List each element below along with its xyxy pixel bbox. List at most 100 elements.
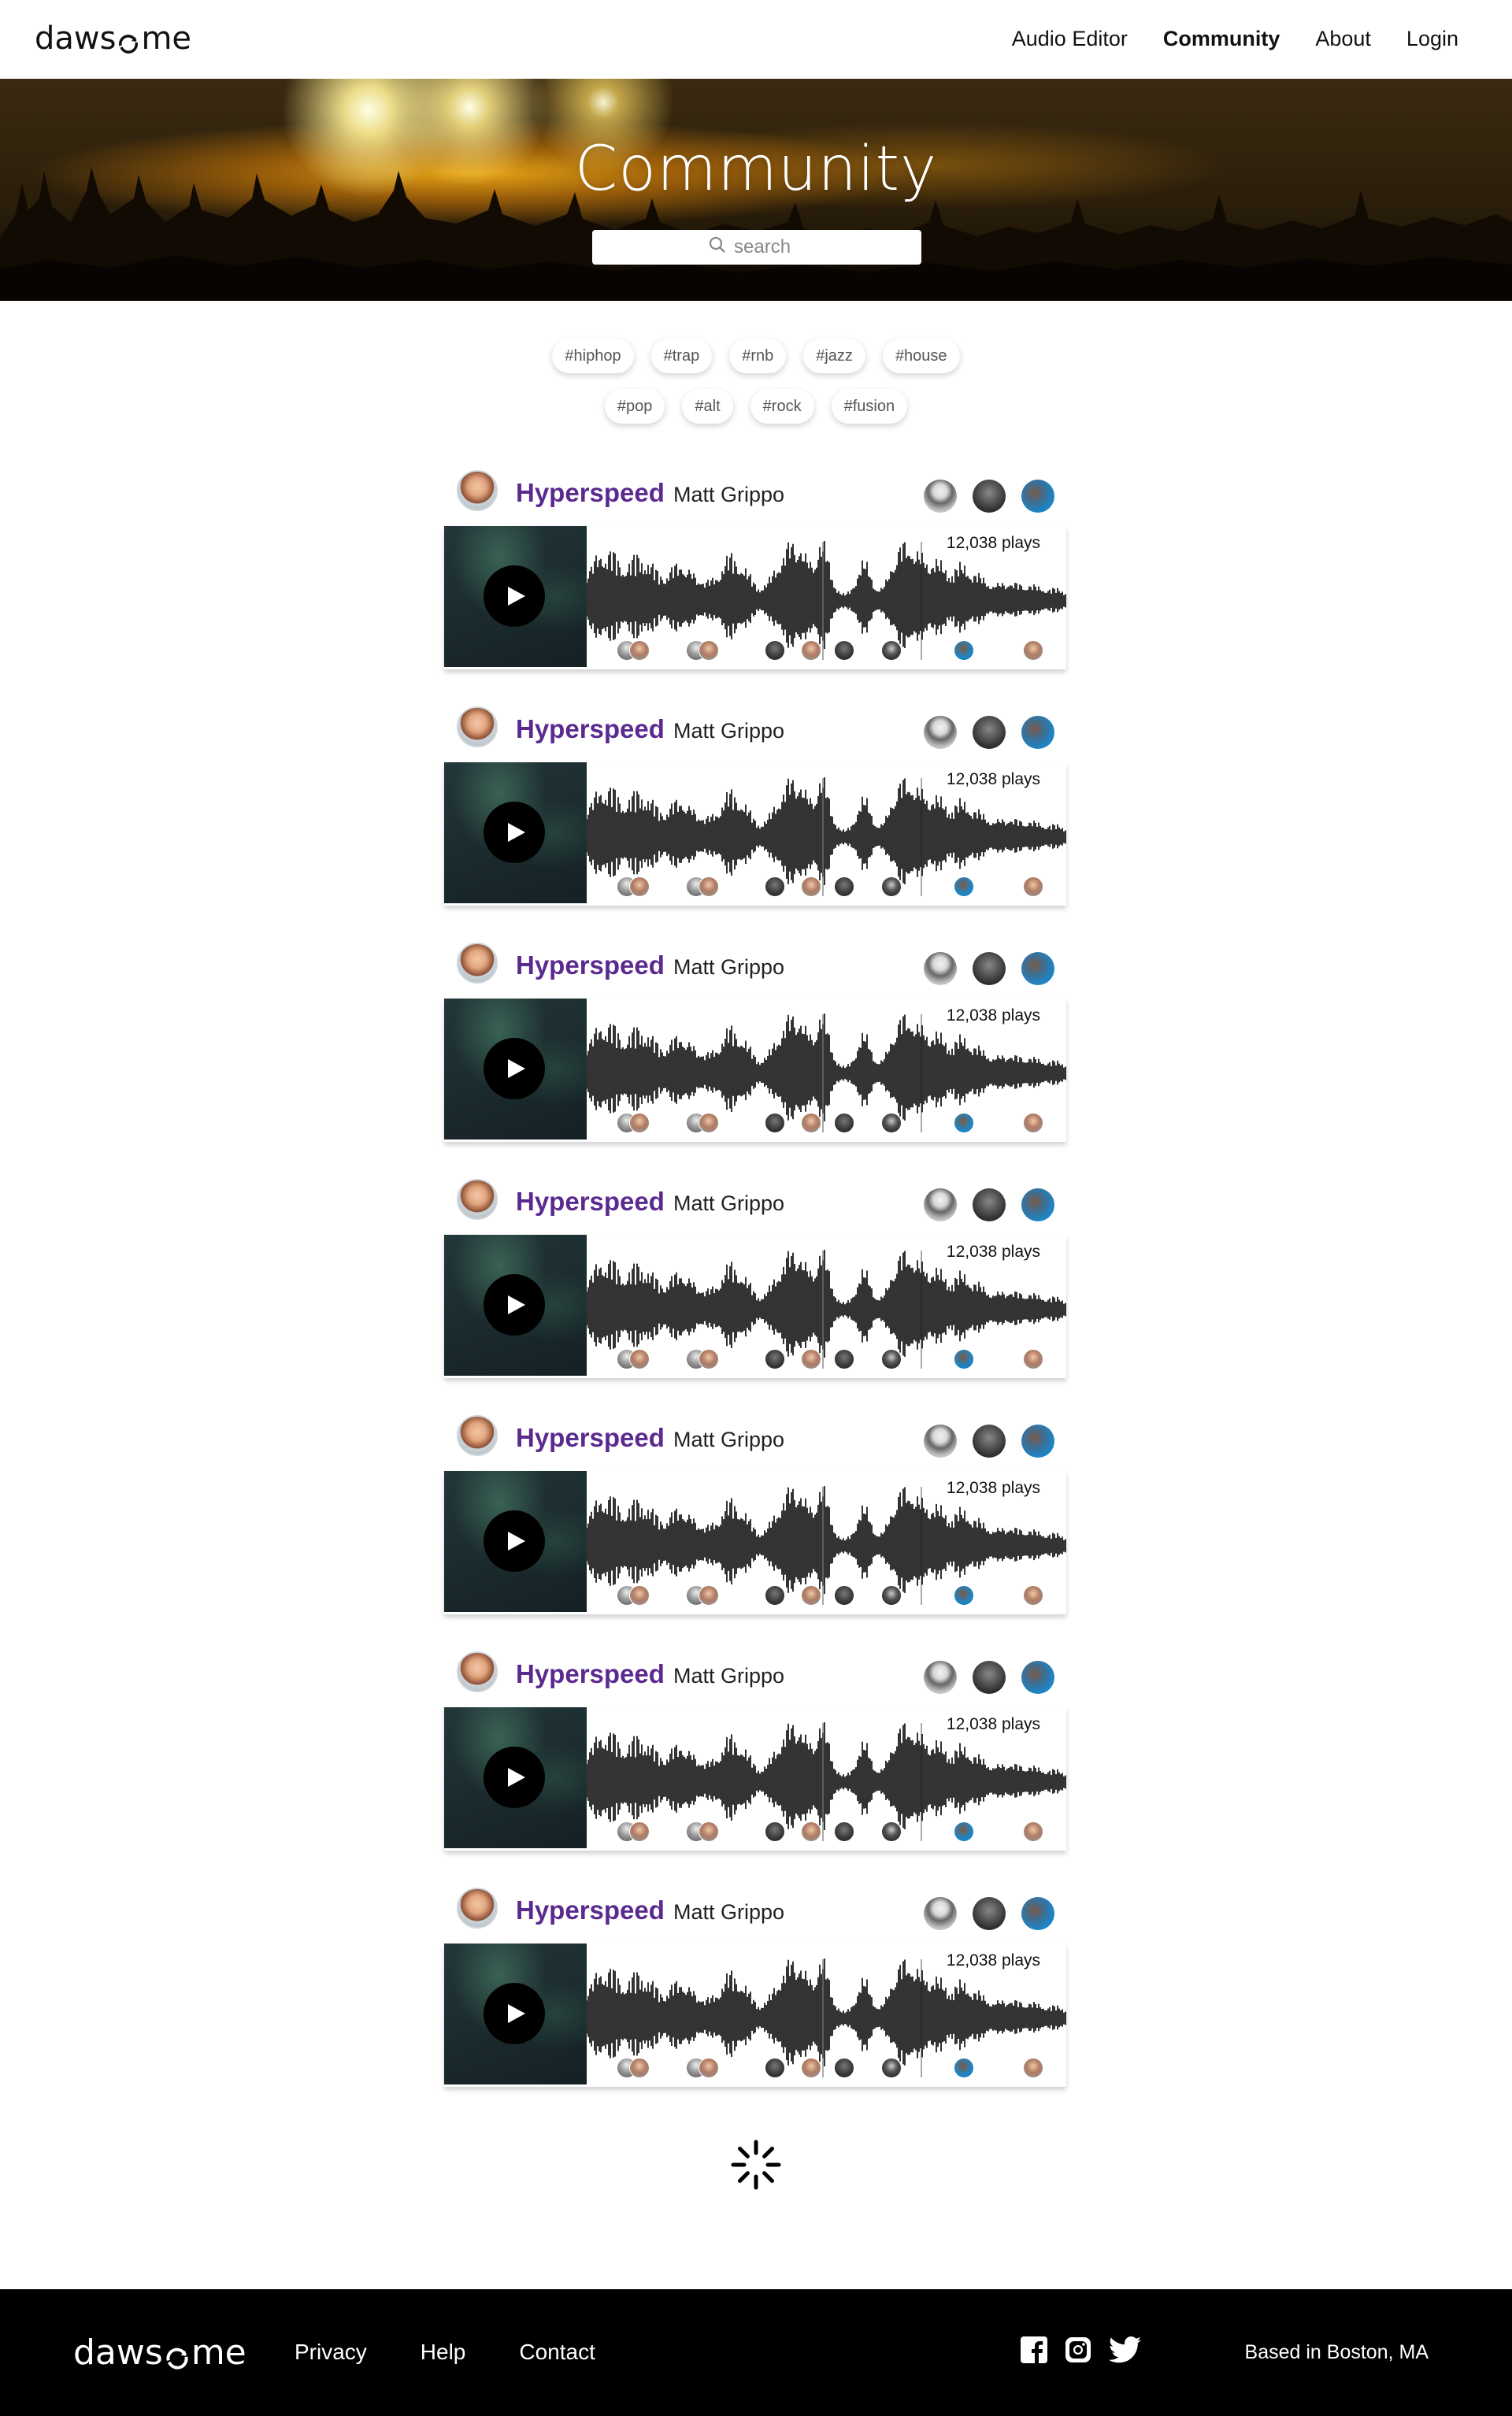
comment-avatar[interactable] xyxy=(699,2058,719,2078)
track-title[interactable]: Hyperspeed xyxy=(516,1187,665,1217)
comment-avatar[interactable] xyxy=(834,876,854,897)
comment-avatar[interactable] xyxy=(629,1113,650,1133)
comment-avatar[interactable] xyxy=(834,1585,854,1606)
facebook-icon[interactable] xyxy=(1021,2336,1047,2367)
instagram-icon[interactable] xyxy=(1065,2336,1091,2367)
collaborator-avatar[interactable] xyxy=(1021,480,1054,513)
play-button[interactable] xyxy=(484,1274,545,1336)
collaborator-avatar[interactable] xyxy=(973,1188,1006,1221)
artist-avatar[interactable] xyxy=(457,1415,498,1456)
comment-avatar[interactable] xyxy=(1023,2058,1043,2078)
comment-avatar[interactable] xyxy=(881,876,902,897)
collaborator-avatar[interactable] xyxy=(1021,952,1054,985)
play-button[interactable] xyxy=(484,802,545,863)
comment-avatar[interactable] xyxy=(834,1113,854,1133)
tag-rock[interactable]: #rock xyxy=(750,389,814,424)
collaborator-avatar[interactable] xyxy=(1021,1188,1054,1221)
comment-avatar[interactable] xyxy=(699,1821,719,1842)
nav-community[interactable]: Community xyxy=(1163,27,1280,51)
collaborator-avatar[interactable] xyxy=(973,480,1006,513)
comment-avatar[interactable] xyxy=(699,1585,719,1606)
track-artist[interactable]: Matt Grippo xyxy=(673,483,784,507)
track-title[interactable]: Hyperspeed xyxy=(516,478,665,508)
search-bar[interactable] xyxy=(592,230,921,265)
artist-avatar[interactable] xyxy=(457,1651,498,1692)
comment-avatar[interactable] xyxy=(629,876,650,897)
tag-trap[interactable]: #trap xyxy=(650,339,713,373)
comment-avatar[interactable] xyxy=(801,876,821,897)
play-button[interactable] xyxy=(484,1983,545,2044)
play-button[interactable] xyxy=(484,1510,545,1572)
comment-avatar[interactable] xyxy=(801,640,821,661)
track-title[interactable]: Hyperspeed xyxy=(516,1423,665,1453)
tag-jazz[interactable]: #jazz xyxy=(803,339,865,373)
comment-avatar[interactable] xyxy=(801,2058,821,2078)
footer-link-contact[interactable]: Contact xyxy=(519,2340,595,2365)
comment-avatar[interactable] xyxy=(881,1585,902,1606)
comment-avatar[interactable] xyxy=(1023,876,1043,897)
search-input[interactable] xyxy=(734,236,805,258)
comment-avatar[interactable] xyxy=(629,1349,650,1369)
track-artist[interactable]: Matt Grippo xyxy=(673,1664,784,1688)
comment-avatar[interactable] xyxy=(954,876,974,897)
collaborator-avatar[interactable] xyxy=(924,1897,957,1930)
collaborator-avatar[interactable] xyxy=(973,1425,1006,1458)
comment-avatar[interactable] xyxy=(699,1113,719,1133)
comment-avatar[interactable] xyxy=(765,1349,785,1369)
comment-avatar[interactable] xyxy=(954,2058,974,2078)
track-title[interactable]: Hyperspeed xyxy=(516,1895,665,1925)
comment-avatar[interactable] xyxy=(834,640,854,661)
comment-avatar[interactable] xyxy=(1023,1113,1043,1133)
play-button[interactable] xyxy=(484,1038,545,1099)
collaborator-avatar[interactable] xyxy=(1021,1897,1054,1930)
play-button[interactable] xyxy=(484,565,545,627)
comment-avatar[interactable] xyxy=(801,1821,821,1842)
collaborator-avatar[interactable] xyxy=(1021,1661,1054,1694)
comment-avatar[interactable] xyxy=(765,2058,785,2078)
comment-avatar[interactable] xyxy=(954,1113,974,1133)
comment-avatar[interactable] xyxy=(954,640,974,661)
comment-avatar[interactable] xyxy=(699,640,719,661)
play-button[interactable] xyxy=(484,1747,545,1808)
comment-avatar[interactable] xyxy=(765,640,785,661)
track-title[interactable]: Hyperspeed xyxy=(516,1659,665,1689)
collaborator-avatar[interactable] xyxy=(1021,716,1054,749)
comment-avatar[interactable] xyxy=(629,1585,650,1606)
tag-fusion[interactable]: #fusion xyxy=(831,389,908,424)
footer-logo[interactable]: daws me xyxy=(73,2333,246,2373)
collaborator-avatar[interactable] xyxy=(924,952,957,985)
artist-avatar[interactable] xyxy=(457,706,498,747)
collaborator-avatar[interactable] xyxy=(973,1661,1006,1694)
comment-avatar[interactable] xyxy=(834,1349,854,1369)
artist-avatar[interactable] xyxy=(457,1179,498,1220)
track-artist[interactable]: Matt Grippo xyxy=(673,955,784,980)
comment-avatar[interactable] xyxy=(801,1585,821,1606)
comment-avatar[interactable] xyxy=(1023,640,1043,661)
tag-hiphop[interactable]: #hiphop xyxy=(552,339,634,373)
track-title[interactable]: Hyperspeed xyxy=(516,714,665,744)
track-artist[interactable]: Matt Grippo xyxy=(673,1900,784,1925)
comment-avatar[interactable] xyxy=(765,1821,785,1842)
comment-avatar[interactable] xyxy=(954,1821,974,1842)
comment-avatar[interactable] xyxy=(699,1349,719,1369)
collaborator-avatar[interactable] xyxy=(924,1425,957,1458)
track-title[interactable]: Hyperspeed xyxy=(516,950,665,980)
comment-avatar[interactable] xyxy=(765,876,785,897)
collaborator-avatar[interactable] xyxy=(973,1897,1006,1930)
comment-avatar[interactable] xyxy=(765,1113,785,1133)
nav-login[interactable]: Login xyxy=(1406,27,1458,51)
comment-avatar[interactable] xyxy=(1023,1349,1043,1369)
tag-house[interactable]: #house xyxy=(882,339,960,373)
artist-avatar[interactable] xyxy=(457,943,498,984)
comment-avatar[interactable] xyxy=(801,1113,821,1133)
collaborator-avatar[interactable] xyxy=(924,716,957,749)
comment-avatar[interactable] xyxy=(954,1585,974,1606)
collaborator-avatar[interactable] xyxy=(924,1188,957,1221)
comment-avatar[interactable] xyxy=(801,1349,821,1369)
tag-pop[interactable]: #pop xyxy=(604,389,665,424)
comment-avatar[interactable] xyxy=(699,876,719,897)
artist-avatar[interactable] xyxy=(457,1888,498,1929)
collaborator-avatar[interactable] xyxy=(924,1661,957,1694)
collaborator-avatar[interactable] xyxy=(973,716,1006,749)
comment-avatar[interactable] xyxy=(881,1349,902,1369)
